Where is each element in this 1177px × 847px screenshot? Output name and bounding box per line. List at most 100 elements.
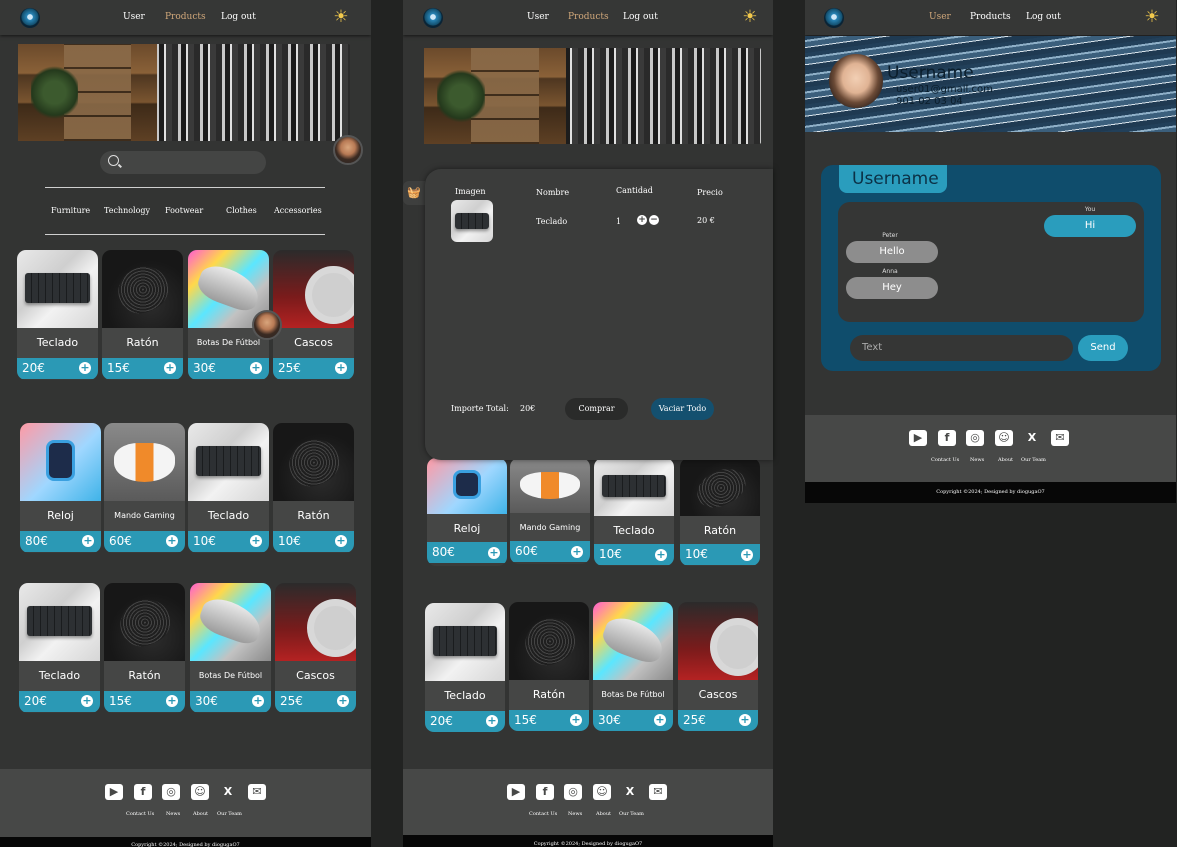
- profile-avatar[interactable]: [829, 54, 883, 108]
- nav-products[interactable]: Products: [568, 12, 609, 22]
- nav-user[interactable]: User: [123, 12, 145, 22]
- product-card[interactable]: Botas De Fútbol 30€ +: [190, 583, 271, 713]
- youtube-icon[interactable]: ▶: [909, 430, 927, 446]
- footer-link-about[interactable]: About: [596, 811, 611, 817]
- add-to-cart-icon[interactable]: +: [337, 695, 349, 707]
- product-card[interactable]: Cascos 25€ +: [678, 602, 758, 731]
- qty-plus-icon[interactable]: +: [637, 215, 647, 225]
- nav-products[interactable]: Products: [165, 12, 206, 22]
- add-to-cart-icon[interactable]: +: [655, 549, 667, 561]
- product-card[interactable]: Ratón 15€ +: [104, 583, 185, 713]
- clear-all-button[interactable]: Vaciar Todo: [651, 398, 714, 420]
- theme-sun-icon[interactable]: ☀: [331, 7, 351, 27]
- chat-input[interactable]: Text: [850, 335, 1073, 361]
- logo[interactable]: [824, 8, 844, 28]
- footer-link-team[interactable]: Our Team: [1021, 457, 1046, 463]
- mail-icon[interactable]: ✉: [1051, 430, 1069, 446]
- footer-link-about[interactable]: About: [998, 457, 1013, 463]
- product-card[interactable]: Cascos 25€ +: [275, 583, 356, 713]
- add-to-cart-icon[interactable]: +: [486, 715, 498, 727]
- search-input[interactable]: [100, 151, 266, 174]
- product-card[interactable]: Teclado 10€ +: [188, 423, 269, 553]
- nav-user[interactable]: User: [929, 12, 951, 22]
- category-furniture[interactable]: Furniture: [51, 206, 90, 215]
- product-card[interactable]: Teclado 20€ +: [19, 583, 100, 713]
- youtube-icon[interactable]: ▶: [507, 784, 525, 800]
- discord-icon[interactable]: ☺: [191, 784, 209, 800]
- footer-link-contact[interactable]: Contact Us: [529, 811, 557, 817]
- footer-link-about[interactable]: About: [193, 811, 208, 817]
- product-card[interactable]: Cascos 25€ +: [273, 250, 354, 380]
- add-to-cart-icon[interactable]: +: [571, 546, 583, 558]
- x-icon[interactable]: X: [1023, 430, 1041, 446]
- footer-link-team[interactable]: Our Team: [619, 811, 644, 817]
- add-to-cart-icon[interactable]: +: [250, 535, 262, 547]
- facebook-icon[interactable]: f: [938, 430, 956, 446]
- x-icon[interactable]: X: [621, 784, 639, 800]
- category-clothes[interactable]: Clothes: [226, 206, 257, 215]
- footer-link-news[interactable]: News: [568, 811, 582, 817]
- buy-button[interactable]: Comprar: [565, 398, 628, 420]
- add-to-cart-icon[interactable]: +: [81, 695, 93, 707]
- product-card[interactable]: Teclado 20€ +: [17, 250, 98, 380]
- product-card[interactable]: Mando Gaming 60€ +: [510, 458, 590, 564]
- discord-icon[interactable]: ☺: [593, 784, 611, 800]
- add-to-cart-icon[interactable]: +: [164, 362, 176, 374]
- product-card[interactable]: Reloj 80€ +: [427, 458, 507, 566]
- product-card[interactable]: Reloj 80€ +: [20, 423, 101, 553]
- add-to-cart-icon[interactable]: +: [166, 695, 178, 707]
- category-accessories[interactable]: Accessories: [274, 206, 322, 215]
- nav-logout[interactable]: Log out: [623, 12, 658, 22]
- add-to-cart-icon[interactable]: +: [82, 535, 94, 547]
- nav-logout[interactable]: Log out: [1026, 12, 1061, 22]
- product-card[interactable]: Ratón 15€ +: [509, 602, 589, 731]
- theme-sun-icon[interactable]: ☀: [1142, 7, 1162, 27]
- product-card[interactable]: Ratón 10€ +: [273, 423, 354, 553]
- instagram-icon[interactable]: ◎: [966, 430, 984, 446]
- product-card[interactable]: Mando Gaming 60€ +: [104, 423, 185, 553]
- product-card[interactable]: Botas De Fútbol 30€ +: [593, 602, 673, 731]
- category-technology[interactable]: Technology: [104, 206, 150, 215]
- mail-icon[interactable]: ✉: [248, 784, 266, 800]
- qty-minus-icon[interactable]: −: [649, 215, 659, 225]
- product-card[interactable]: Teclado 10€ +: [594, 458, 674, 566]
- footer-link-news[interactable]: News: [166, 811, 180, 817]
- add-to-cart-icon[interactable]: +: [79, 362, 91, 374]
- add-to-cart-icon[interactable]: +: [654, 714, 666, 726]
- youtube-icon[interactable]: ▶: [105, 784, 123, 800]
- mail-icon[interactable]: ✉: [649, 784, 667, 800]
- footer-link-news[interactable]: News: [970, 457, 984, 463]
- add-to-cart-icon[interactable]: +: [488, 547, 500, 559]
- add-to-cart-icon[interactable]: +: [252, 695, 264, 707]
- add-to-cart-icon[interactable]: +: [166, 535, 178, 547]
- logo[interactable]: [423, 8, 443, 28]
- add-to-cart-icon[interactable]: +: [335, 535, 347, 547]
- instagram-icon[interactable]: ◎: [564, 784, 582, 800]
- add-to-cart-icon[interactable]: +: [250, 362, 262, 374]
- product-card[interactable]: Teclado 20€ +: [425, 603, 505, 732]
- avatar[interactable]: [252, 310, 282, 340]
- product-card[interactable]: Ratón 15€ +: [102, 250, 183, 380]
- x-icon[interactable]: X: [219, 784, 237, 800]
- footer-link-team[interactable]: Our Team: [217, 811, 242, 817]
- add-to-cart-icon[interactable]: +: [570, 714, 582, 726]
- nav-logout[interactable]: Log out: [221, 12, 256, 22]
- facebook-icon[interactable]: f: [134, 784, 152, 800]
- product-card[interactable]: Ratón 10€ +: [680, 458, 760, 566]
- logo[interactable]: [20, 8, 40, 28]
- category-footwear[interactable]: Footwear: [165, 206, 203, 215]
- footer-link-contact[interactable]: Contact Us: [126, 811, 154, 817]
- avatar[interactable]: [333, 135, 363, 165]
- add-to-cart-icon[interactable]: +: [741, 549, 753, 561]
- nav-products[interactable]: Products: [970, 12, 1011, 22]
- discord-icon[interactable]: ☺: [995, 430, 1013, 446]
- add-to-cart-icon[interactable]: +: [335, 362, 347, 374]
- instagram-icon[interactable]: ◎: [162, 784, 180, 800]
- add-to-cart-icon[interactable]: +: [739, 714, 751, 726]
- footer-link-contact[interactable]: Contact Us: [931, 457, 959, 463]
- nav-user[interactable]: User: [527, 12, 549, 22]
- facebook-icon[interactable]: f: [536, 784, 554, 800]
- send-button[interactable]: Send: [1078, 335, 1128, 361]
- theme-sun-icon[interactable]: ☀: [740, 7, 760, 27]
- basket-icon[interactable]: 🧺: [403, 181, 425, 205]
